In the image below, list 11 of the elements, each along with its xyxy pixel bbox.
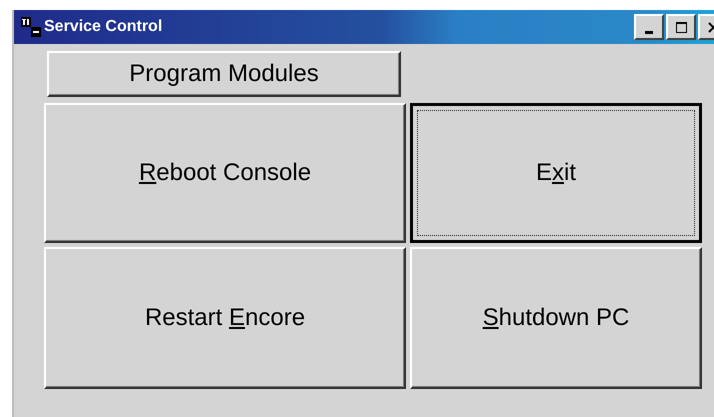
app-icon <box>20 16 42 38</box>
maximize-button[interactable] <box>666 14 696 40</box>
command-button[interactable]: Reboot Console <box>44 103 406 243</box>
program-modules-button[interactable]: Program Modules <box>47 51 401 97</box>
command-button[interactable]: Restart Encore <box>44 247 406 389</box>
minimize-button[interactable] <box>634 14 664 40</box>
window-title: Service Control <box>44 18 162 36</box>
command-button[interactable]: Shutdown PC <box>410 247 702 389</box>
minimize-icon <box>645 31 653 34</box>
maximize-icon <box>676 22 686 32</box>
command-button[interactable]: Exit <box>410 103 702 243</box>
